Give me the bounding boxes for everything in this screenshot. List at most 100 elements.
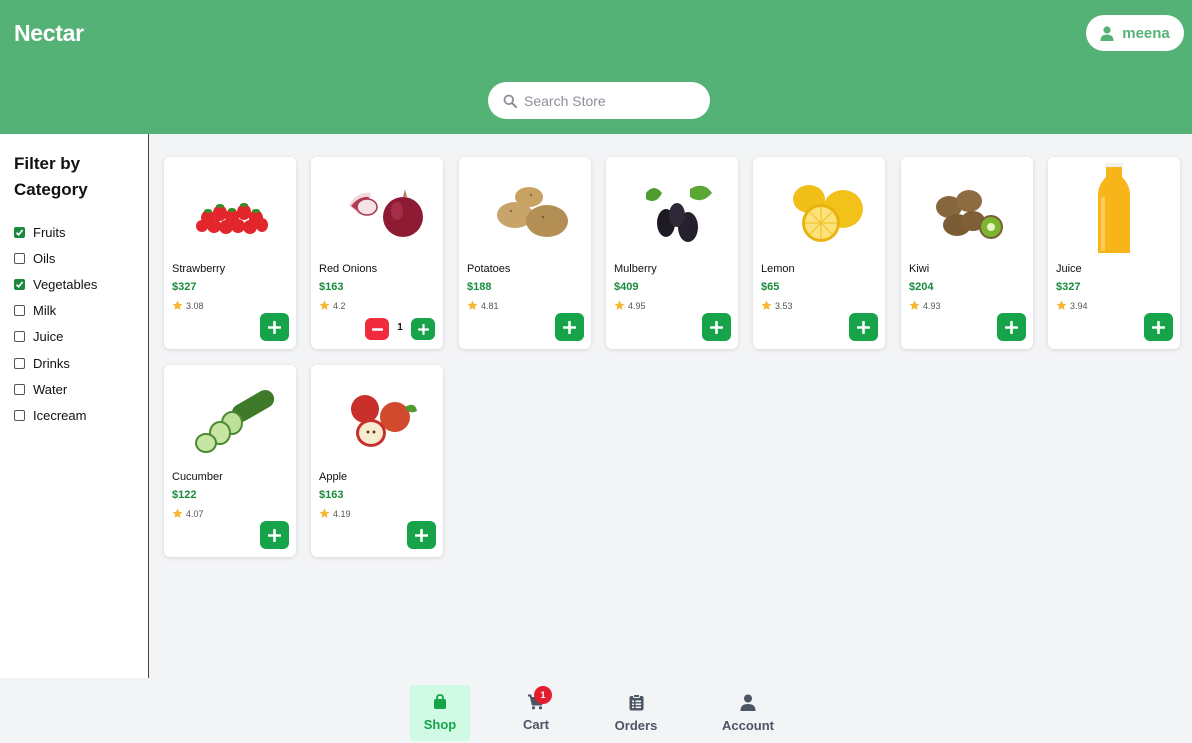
checkbox-icon[interactable] [14,357,25,369]
plus-icon [417,323,429,335]
quantity-value: 1 [397,322,403,333]
nav-account[interactable]: Account [716,685,780,741]
brand-logo: Nectar [14,20,84,46]
mulberry-icon [646,185,712,242]
app-header: Nectar meena [0,0,1192,134]
category-juice[interactable]: Juice [14,324,97,350]
juice-bottle-icon [1098,163,1130,253]
category-label: Drinks [33,355,70,371]
star-icon [172,300,183,310]
checkbox-icon[interactable] [14,331,25,343]
search-input[interactable] [524,92,694,109]
category-vegetables[interactable]: Vegetables [14,271,97,297]
category-label: Vegetables [33,276,98,292]
potato-icon [497,187,568,237]
product-price: $163 [319,281,344,293]
product-price: $327 [1056,281,1081,293]
product-name: Strawberry [172,263,226,275]
add-to-cart-button[interactable] [555,313,584,341]
decrease-quantity-button[interactable] [365,318,389,340]
category-icecream[interactable]: Icecream [14,402,97,428]
product-price: $409 [614,281,639,293]
kiwi-icon [936,190,1003,239]
product-name: Kiwi [909,263,930,275]
product-card-cucumber[interactable]: Cucumber $122 4.07 [164,365,296,557]
filter-title: Filter by Category [14,154,88,199]
plus-icon [268,528,281,542]
checkbox-icon[interactable] [14,383,25,395]
product-card-mulberry[interactable]: Mulberry $409 4.95 [606,157,738,349]
increase-quantity-button[interactable] [411,318,435,340]
category-label: Milk [33,303,57,319]
checkbox-icon[interactable] [14,305,25,317]
category-milk[interactable]: Milk [14,298,97,324]
star-icon [909,300,920,310]
checkbox-checked-icon[interactable] [14,226,25,238]
add-to-cart-button[interactable] [849,313,878,341]
product-card-kiwi[interactable]: Kiwi $204 4.93 [901,157,1033,349]
minus-icon [371,327,383,331]
add-to-cart-button[interactable] [260,313,289,341]
star-icon [614,300,625,310]
rating-value: 3.08 [186,300,204,311]
product-card-lemon[interactable]: Lemon $65 3.53 [753,157,885,349]
star-icon [467,300,478,310]
nav-orders[interactable]: Orders [606,685,666,741]
add-to-cart-button[interactable] [702,313,731,341]
lemon-icon [793,185,863,242]
user-account-button[interactable]: meena [1086,15,1184,51]
star-icon [319,508,330,518]
product-card-potatoes[interactable]: Potatoes $188 4.81 [459,157,591,349]
product-rating: 4.95 [614,300,646,311]
nav-shop[interactable]: Shop [410,685,470,741]
bottom-navigation: Shop Cart Orders Account [0,678,1192,743]
plus-icon [563,320,576,334]
category-fruits[interactable]: Fruits [14,219,97,245]
product-rating: 4.93 [909,300,941,311]
search-icon [503,94,517,108]
product-price: $163 [319,489,344,501]
star-icon [172,508,183,518]
category-water[interactable]: Water [14,376,97,402]
checkbox-checked-icon[interactable] [14,278,25,290]
search-bar[interactable] [488,82,710,119]
product-price: $327 [172,281,197,293]
add-to-cart-button[interactable] [1144,313,1173,341]
checkbox-icon[interactable] [14,252,25,264]
nav-label: Orders [614,717,658,733]
category-drinks[interactable]: Drinks [14,350,97,376]
star-icon [1056,300,1067,310]
user-icon [740,694,756,711]
plus-icon [1005,320,1018,334]
product-card-juice[interactable]: Juice $327 3.94 [1048,157,1180,349]
product-price: $65 [761,281,780,293]
user-icon [1100,25,1114,41]
shopping-bag-icon [434,694,446,709]
checkbox-icon[interactable] [14,409,25,421]
rating-value: 4.81 [481,300,499,311]
product-card-apple[interactable]: Apple $163 4.19 [311,365,443,557]
rating-value: 4.93 [923,300,941,311]
product-name: Mulberry [614,263,657,275]
product-rating: 4.81 [467,300,499,311]
star-icon [761,300,772,310]
add-to-cart-button[interactable] [260,521,289,549]
rating-value: 4.19 [333,508,351,519]
red-onion-icon [349,189,423,237]
product-card-red-onions[interactable]: Red Onions $163 4.2 1 [311,157,443,349]
add-to-cart-button[interactable] [407,521,436,549]
plus-icon [857,320,870,334]
plus-icon [710,320,723,334]
rating-value: 3.94 [1070,300,1088,311]
product-card-strawberry[interactable]: Strawberry $327 3.08 [164,157,296,349]
rating-value: 4.07 [186,508,204,519]
plus-icon [415,528,428,542]
rating-value: 4.95 [628,300,646,311]
category-oils[interactable]: Oils [14,245,97,271]
cart-count-badge: 1 [534,686,552,704]
clipboard-list-icon [629,693,643,710]
product-rating: 4.07 [172,508,204,519]
add-to-cart-button[interactable] [997,313,1026,341]
product-name: Juice [1056,263,1082,275]
product-name: Potatoes [467,263,511,275]
